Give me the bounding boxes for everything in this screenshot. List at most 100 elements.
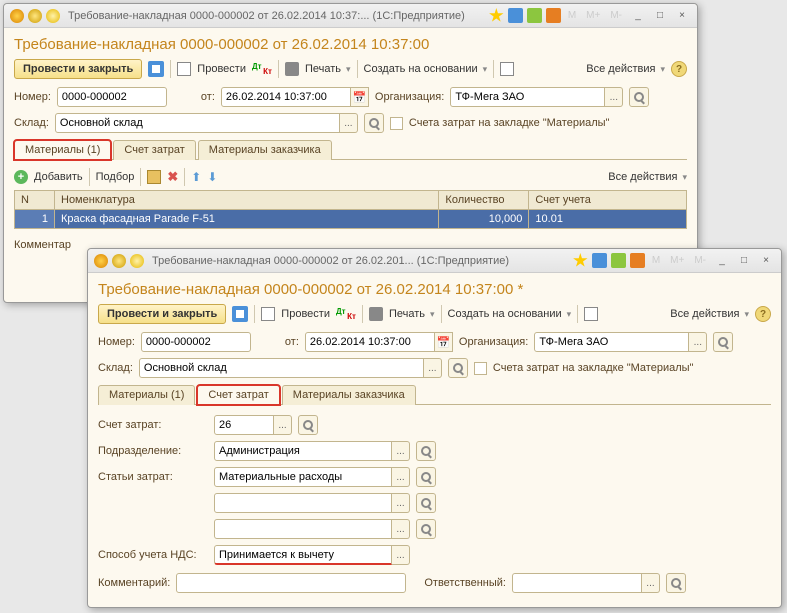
vat-method-select-button[interactable]: ...: [392, 545, 410, 565]
titlebar[interactable]: Требование-накладная 0000-000002 от 26.0…: [4, 4, 697, 28]
minimize-button[interactable]: _: [713, 253, 731, 268]
calendar-icon[interactable]: [546, 8, 561, 23]
all-actions-menu[interactable]: Все действия: [670, 308, 749, 320]
date-field[interactable]: 26.02.2014 10:37:00: [221, 87, 351, 107]
mminus-button[interactable]: M-: [607, 10, 625, 21]
responsible-search-button[interactable]: [666, 573, 686, 593]
col-nomenclature[interactable]: Номенклатура: [55, 191, 439, 210]
post-and-close-button[interactable]: Провести и закрыть: [98, 304, 226, 324]
dtkr-icon[interactable]: [252, 62, 272, 76]
copy-icon[interactable]: [147, 170, 161, 184]
materials-table[interactable]: N Номенклатура Количество Счет учета 1 К…: [14, 190, 687, 229]
new-icon[interactable]: [500, 62, 514, 76]
add-button[interactable]: Добавить: [34, 171, 83, 183]
minimize-button[interactable]: _: [629, 8, 647, 23]
warehouse-field[interactable]: Основной склад: [139, 358, 424, 378]
warehouse-select-button[interactable]: ...: [424, 358, 442, 378]
date-picker-icon[interactable]: 📅: [435, 332, 453, 352]
account-field[interactable]: 26: [214, 415, 274, 435]
table-row[interactable]: 1 Краска фасадная Parade F-51 10,000 10.…: [15, 210, 687, 229]
m-button[interactable]: M: [565, 10, 579, 21]
move-down-icon[interactable]: ⬇: [207, 170, 217, 184]
all-actions-menu[interactable]: Все действия: [586, 63, 665, 75]
print-menu[interactable]: Печать: [389, 308, 435, 320]
create-based-on-menu[interactable]: Создать на основании: [448, 308, 572, 320]
select-button[interactable]: Подбор: [96, 171, 135, 183]
extra1-field[interactable]: [214, 493, 392, 513]
maximize-button[interactable]: □: [735, 253, 753, 268]
extra1-select-button[interactable]: ...: [392, 493, 410, 513]
department-field[interactable]: Администрация: [214, 441, 392, 461]
responsible-field[interactable]: [512, 573, 642, 593]
all-actions-grid-menu[interactable]: Все действия: [608, 171, 687, 183]
close-button[interactable]: ×: [673, 8, 691, 23]
print-menu[interactable]: Печать: [305, 63, 351, 75]
help-icon[interactable]: ?: [755, 306, 771, 322]
extra1-search-button[interactable]: [416, 493, 436, 513]
cost-item-select-button[interactable]: ...: [392, 467, 410, 487]
cost-item-search-button[interactable]: [416, 467, 436, 487]
vat-method-field[interactable]: Принимается к вычету: [214, 545, 392, 565]
number-field[interactable]: 0000-000002: [57, 87, 167, 107]
tab-cost-account[interactable]: Счет затрат: [113, 140, 195, 160]
save-icon[interactable]: [232, 306, 248, 322]
extra2-select-button[interactable]: ...: [392, 519, 410, 539]
account-search-button[interactable]: [298, 415, 318, 435]
titlebar[interactable]: Требование-накладная 0000-000002 от 26.0…: [88, 249, 781, 273]
m-button[interactable]: M: [649, 255, 663, 266]
tab-cost-account[interactable]: Счет затрат: [197, 385, 279, 405]
warehouse-field[interactable]: Основной склад: [55, 113, 340, 133]
number-field[interactable]: 0000-000002: [141, 332, 251, 352]
tab-materials[interactable]: Материалы (1): [98, 385, 195, 405]
link-icon[interactable]: [592, 253, 607, 268]
org-select-button[interactable]: ...: [689, 332, 707, 352]
responsible-select-button[interactable]: ...: [642, 573, 660, 593]
warehouse-search-button[interactable]: [448, 358, 468, 378]
org-field[interactable]: ТФ-Мега ЗАО: [534, 332, 689, 352]
tab-materials[interactable]: Материалы (1): [14, 140, 111, 160]
account-select-button[interactable]: ...: [274, 415, 292, 435]
delete-icon[interactable]: ✖: [167, 169, 178, 185]
close-button[interactable]: ×: [757, 253, 775, 268]
post-button[interactable]: Провести: [197, 63, 246, 75]
tab-customer-materials[interactable]: Материалы заказчика: [198, 140, 332, 160]
help-icon[interactable]: ?: [671, 61, 687, 77]
org-search-button[interactable]: [713, 332, 733, 352]
col-n[interactable]: N: [15, 191, 55, 210]
org-select-button[interactable]: ...: [605, 87, 623, 107]
new-icon[interactable]: [584, 307, 598, 321]
cost-item-field[interactable]: Материальные расходы: [214, 467, 392, 487]
mplus-button[interactable]: M+: [667, 255, 687, 266]
department-select-button[interactable]: ...: [392, 441, 410, 461]
comment-field[interactable]: [176, 573, 406, 593]
date-field[interactable]: 26.02.2014 10:37:00: [305, 332, 435, 352]
calendar-icon[interactable]: [630, 253, 645, 268]
org-field[interactable]: ТФ-Мега ЗАО: [450, 87, 605, 107]
favorite-icon[interactable]: [130, 254, 144, 268]
maximize-button[interactable]: □: [651, 8, 669, 23]
star-icon[interactable]: [489, 8, 504, 23]
nav-back-icon[interactable]: [112, 254, 126, 268]
link-icon[interactable]: [508, 8, 523, 23]
department-search-button[interactable]: [416, 441, 436, 461]
extra2-search-button[interactable]: [416, 519, 436, 539]
create-based-on-menu[interactable]: Создать на основании: [364, 63, 488, 75]
calculator-icon[interactable]: [527, 8, 542, 23]
move-up-icon[interactable]: ⬆: [191, 170, 201, 184]
col-account[interactable]: Счет учета: [529, 191, 687, 210]
col-quantity[interactable]: Количество: [439, 191, 529, 210]
star-icon[interactable]: [573, 253, 588, 268]
warehouse-search-button[interactable]: [364, 113, 384, 133]
save-icon[interactable]: [148, 61, 164, 77]
calculator-icon[interactable]: [611, 253, 626, 268]
post-and-close-button[interactable]: Провести и закрыть: [14, 59, 142, 79]
date-picker-icon[interactable]: 📅: [351, 87, 369, 107]
dtkr-icon[interactable]: [336, 307, 356, 321]
cost-accounts-checkbox[interactable]: [390, 117, 403, 130]
post-button[interactable]: Провести: [281, 308, 330, 320]
mminus-button[interactable]: M-: [691, 255, 709, 266]
cost-accounts-checkbox[interactable]: [474, 362, 487, 375]
favorite-icon[interactable]: [46, 9, 60, 23]
org-search-button[interactable]: [629, 87, 649, 107]
nav-back-icon[interactable]: [28, 9, 42, 23]
